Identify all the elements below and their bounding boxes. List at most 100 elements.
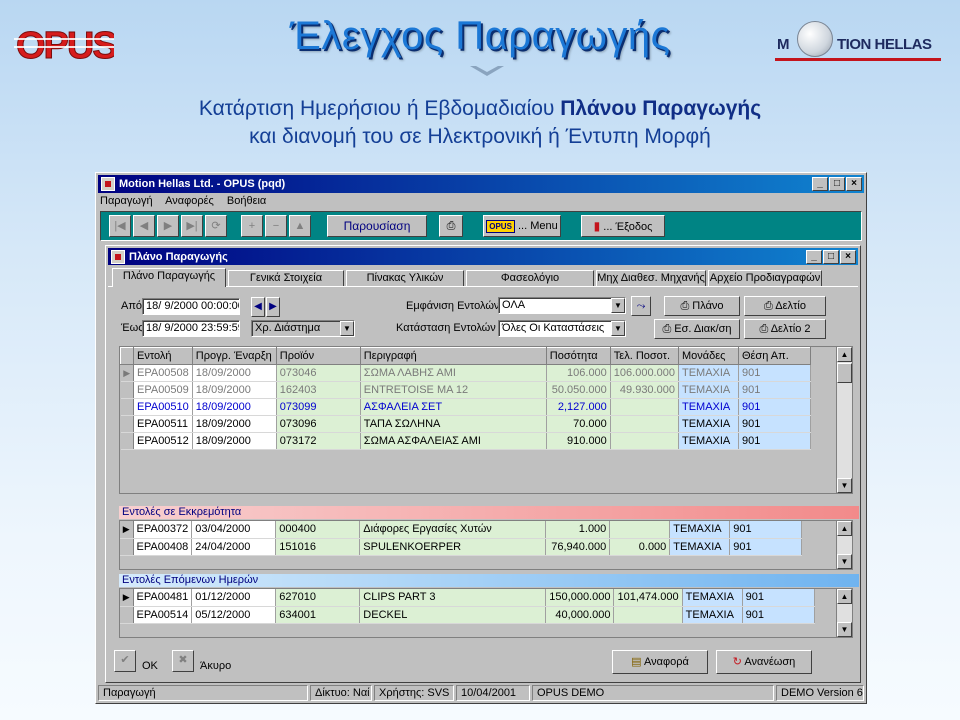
chevron-down-icon[interactable]: ▼: [611, 298, 625, 313]
next-days-scrollbar[interactable]: ▲ ▼: [836, 589, 852, 637]
next-record-button[interactable]: ▶: [157, 215, 179, 237]
refresh-icon[interactable]: ⟳: [205, 215, 227, 237]
cancel-x-icon[interactable]: ✖: [172, 650, 194, 672]
menu-help[interactable]: Βοήθεια: [227, 195, 266, 207]
plan-maximize-button[interactable]: □: [823, 250, 839, 264]
orders-grid: Εντολή Προγρ. Έναρξη Προϊόν Περιγραφή Πο…: [119, 346, 853, 494]
tab-materials[interactable]: Πίνακας Υλικών: [346, 270, 464, 286]
cancel-label[interactable]: Άκυρο: [200, 658, 231, 674]
scroll-up-icon[interactable]: ▲: [837, 347, 852, 362]
plan-minimize-button[interactable]: _: [806, 250, 822, 264]
ok-check-icon[interactable]: ✔: [114, 650, 136, 672]
production-plan-window: Πλάνο Παραγωγής _ □ × Πλάνο Παραγωγής Γε…: [105, 245, 861, 683]
to-date-field[interactable]: 18/ 9/2000 23:59:59: [142, 320, 240, 337]
show-orders-select[interactable]: ΟΛΑ: [498, 297, 626, 314]
tab-phases[interactable]: Φασεολόγιο: [466, 270, 594, 286]
tab-specifications[interactable]: Αρχείο Προδιαγραφών: [708, 270, 822, 286]
menu-button[interactable]: OPUS ... Menu: [483, 215, 561, 237]
col-units[interactable]: Μονάδες: [677, 347, 739, 365]
internal-distribution-button[interactable]: ⎙ Εσ. Διακ/ση: [654, 319, 740, 339]
first-record-button[interactable]: |◀: [109, 215, 131, 237]
table-row[interactable]: ▶ EPA00481 01/12/2000 627010 CLIPS PART 3 1…: [120, 589, 815, 607]
motion-hellas-logo: M TION HELLAS: [775, 20, 945, 64]
status-date: 10/04/2001: [456, 685, 530, 701]
col-start[interactable]: Προγρ. Έναρξη: [191, 347, 277, 365]
plan-close-button[interactable]: ×: [840, 250, 856, 264]
chevron-down-icon[interactable]: ▼: [340, 321, 354, 336]
tab-production-plan[interactable]: Πλάνο Παραγωγής: [112, 268, 226, 287]
col-position[interactable]: Θέση Απ.: [737, 347, 811, 365]
printer-icon: ⎙: [680, 300, 693, 312]
order-status-label: Κατάσταση Εντολών: [396, 322, 496, 334]
tab-machine-availability[interactable]: Μηχ Διαθεσ. Μηχανής: [596, 270, 706, 286]
order-status-select[interactable]: Όλες Οι Καταστάσεις: [498, 320, 626, 337]
col-order[interactable]: Εντολή: [133, 347, 193, 365]
menu-reports[interactable]: Αναφορές: [165, 195, 214, 207]
next-days-orders-grid: ▶ EPA00481 01/12/2000 627010 CLIPS PART 3 1…: [119, 588, 853, 638]
plan-title: Πλάνο Παραγωγής: [129, 251, 228, 263]
col-final-qty[interactable]: Τελ. Ποσοτ.: [609, 347, 679, 365]
presentation-button[interactable]: Παρουσίαση: [327, 215, 427, 237]
col-product[interactable]: Προϊόν: [275, 347, 361, 365]
col-description[interactable]: Περιγραφή: [359, 347, 547, 365]
next-days-orders-title: Εντολές Επόμενων Ημερών: [119, 574, 859, 587]
to-label: Έως: [121, 322, 144, 334]
scroll-up-icon[interactable]: ▲: [837, 589, 852, 604]
plan-window-icon: [111, 250, 125, 264]
opus-app-window: Motion Hellas Ltd. - OPUS (pqd) _ □ × Πα…: [95, 172, 867, 704]
table-row[interactable]: EPA00408 24/04/2000 151016 SPULENKOERPER 76…: [120, 538, 803, 556]
last-record-button[interactable]: ▶|: [181, 215, 203, 237]
table-row[interactable]: ▶ EPA00372 03/04/2000 000400 Διάφορες Εργασ…: [120, 521, 803, 539]
exit-button[interactable]: ▮ ... Έξοδος: [581, 215, 665, 237]
chevron-down-icon[interactable]: ▼: [611, 321, 625, 336]
filter-icon[interactable]: ⤳: [631, 296, 651, 316]
table-row[interactable]: ▶ EPA00508 18/09/2000 073046 ΣΩΜΑ ΛΑΒΗΣ ΑΜΙ…: [120, 364, 811, 382]
table-row[interactable]: EPA00512 18/09/2000 073172 ΣΩΜΑ ΑΣΦΑΛΕΙΑΣ Α…: [120, 432, 811, 450]
orders-scrollbar[interactable]: ▲ ▼: [836, 347, 852, 493]
table-row[interactable]: EPA00509 18/09/2000 162403 ENTRETOISE MA 12…: [120, 381, 811, 399]
scroll-down-icon[interactable]: ▼: [837, 622, 852, 637]
subtitle-line-2: και διανομή του σε Ηλεκτρονική ή Έντυπη …: [249, 125, 711, 148]
scroll-down-icon[interactable]: ▼: [837, 554, 852, 569]
sheet-print-button[interactable]: ⎙ Δελτίο: [744, 296, 826, 316]
pending-scrollbar[interactable]: ▲ ▼: [836, 521, 852, 569]
col-quantity[interactable]: Ποσότητα: [545, 347, 611, 365]
report-button[interactable]: ▤ Αναφορά: [612, 650, 708, 674]
title-ornament: [470, 66, 504, 76]
app-icon: [101, 177, 115, 191]
main-toolbar: |◀ ◀ ▶ ▶| ⟳ + − ▲ Παρουσίαση ⎙ OPUS ... …: [100, 211, 862, 241]
date-next-button[interactable]: ▶: [266, 297, 280, 317]
refresh-button[interactable]: ↻ Ανανέωση: [716, 650, 812, 674]
from-date-field[interactable]: 18/ 9/2000 00:00:00: [142, 298, 240, 315]
opus-menu-icon: OPUS: [486, 219, 515, 233]
ok-label[interactable]: OK: [142, 658, 158, 674]
scroll-up-icon[interactable]: ▲: [837, 521, 852, 536]
menu-bar: Παραγωγή Αναφορές Βοήθεια: [100, 195, 276, 211]
tab-general-info[interactable]: Γενικά Στοιχεία: [228, 270, 344, 286]
from-label: Από: [121, 300, 143, 312]
status-version: DEMO Version 6: [776, 685, 864, 701]
plan-print-button[interactable]: ⎙ Πλάνο: [664, 296, 740, 316]
printer-icon: ⎙: [764, 300, 776, 312]
scroll-thumb[interactable]: [837, 363, 852, 383]
plan-titlebar[interactable]: Πλάνο Παραγωγής _ □ ×: [108, 248, 858, 265]
app-titlebar[interactable]: Motion Hellas Ltd. - OPUS (pqd) _ □ ×: [98, 175, 864, 193]
table-row[interactable]: EPA00511 18/09/2000 073096 ΤΑΠΑ ΣΩΛΗΝΑ 70.0…: [120, 415, 811, 433]
close-button[interactable]: ×: [846, 177, 862, 191]
logo-circle-icon: [797, 21, 833, 57]
menu-production[interactable]: Παραγωγή: [100, 195, 153, 207]
pending-orders-title: Εντολές σε Εκκρεμότητα: [119, 506, 859, 519]
printer-icon[interactable]: ⎙: [439, 215, 463, 237]
table-row[interactable]: EPA00510 18/09/2000 073099 ΑΣΦΑΛΕΙΑ ΣΕΤ 2,1…: [120, 398, 811, 416]
scroll-down-icon[interactable]: ▼: [837, 478, 852, 493]
date-prev-button[interactable]: ◀: [251, 297, 265, 317]
remove-icon[interactable]: −: [265, 215, 287, 237]
status-module: Παραγωγή: [98, 685, 308, 701]
sheet2-print-button[interactable]: ⎙ Δελτίο 2: [744, 319, 826, 339]
table-row[interactable]: EPA00514 05/12/2000 634001 DECKEL 40,000.00…: [120, 606, 815, 624]
add-icon[interactable]: +: [241, 215, 263, 237]
up-icon[interactable]: ▲: [289, 215, 311, 237]
prev-record-button[interactable]: ◀: [133, 215, 155, 237]
minimize-button[interactable]: _: [812, 177, 828, 191]
maximize-button[interactable]: □: [829, 177, 845, 191]
